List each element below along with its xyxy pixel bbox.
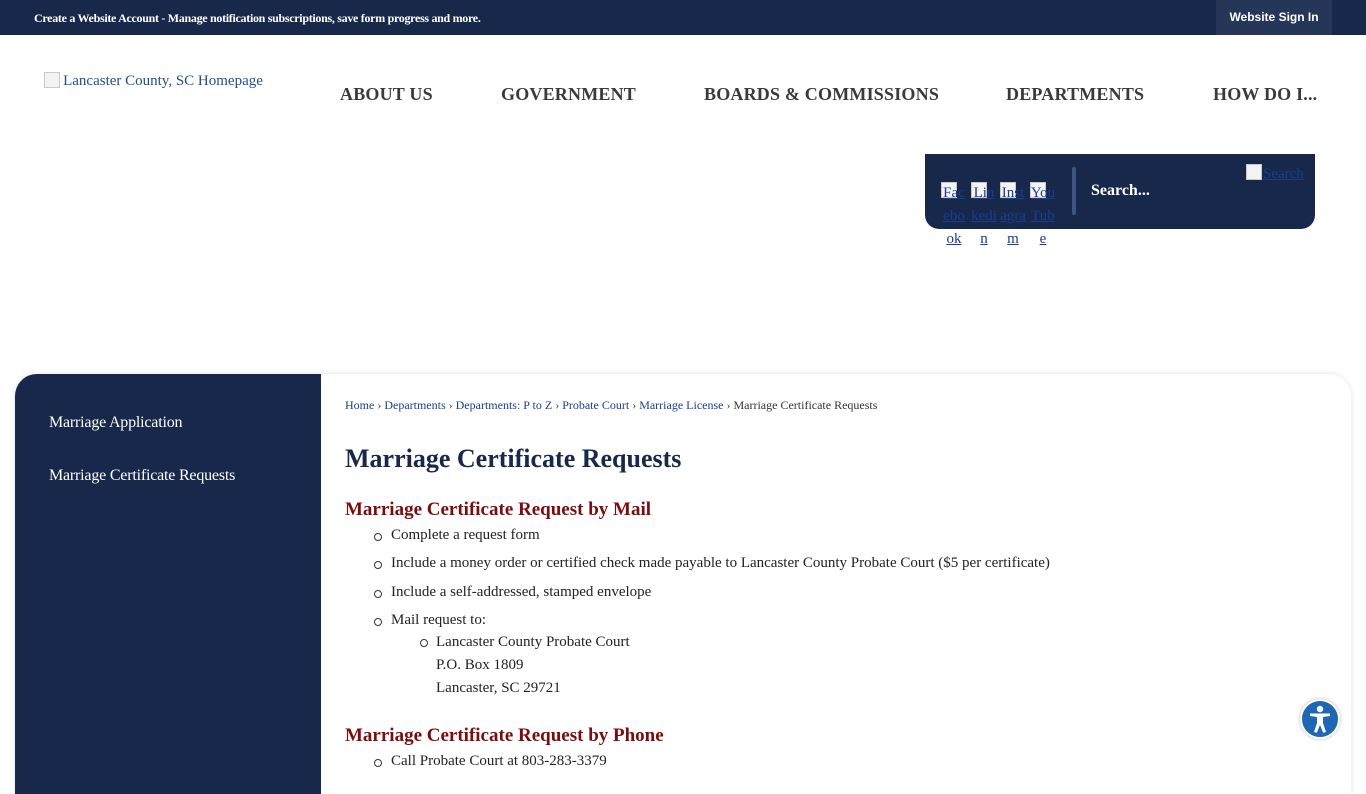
nav-departments[interactable]: DEPARTMENTS bbox=[1006, 84, 1144, 105]
facebook-label: Facebook bbox=[943, 185, 965, 247]
youtube-link[interactable]: YouTube bbox=[1030, 182, 1056, 251]
breadcrumb-departments[interactable]: Departments bbox=[384, 398, 445, 412]
address-line: Lancaster County Probate Court bbox=[420, 631, 630, 654]
address-line: Lancaster, SC 29721 bbox=[436, 680, 561, 696]
broken-image-icon bbox=[44, 72, 60, 88]
breadcrumb-home[interactable]: Home bbox=[345, 398, 374, 412]
sidebar: Marriage Application Marriage Certificat… bbox=[15, 374, 321, 794]
linkedin-label: Linkedin bbox=[971, 185, 997, 247]
search-input[interactable] bbox=[1091, 179, 1241, 203]
address-line: P.O. Box 1809 bbox=[436, 657, 524, 673]
county-logo-link[interactable]: Lancaster County, SC Homepage bbox=[44, 70, 264, 120]
content-card: Marriage Application Marriage Certificat… bbox=[15, 374, 1351, 794]
create-account-link[interactable]: Create a Website Account - Manage notifi… bbox=[34, 11, 481, 26]
accessibility-icon bbox=[1310, 705, 1330, 733]
nav-boards-commissions[interactable]: BOARDS & COMMISSIONS bbox=[704, 84, 939, 105]
sidebar-item-marriage-application[interactable]: Marriage Application bbox=[49, 414, 182, 432]
nav-how-do-i[interactable]: HOW DO I... bbox=[1213, 84, 1317, 105]
sidebar-item-marriage-certificate-requests[interactable]: Marriage Certificate Requests bbox=[49, 467, 235, 485]
breadcrumb-current: Marriage Certificate Requests bbox=[733, 398, 878, 412]
mail-section-heading: Marriage Certificate Request by Mail bbox=[345, 499, 652, 520]
list-item: Complete a request form bbox=[374, 527, 540, 543]
top-bar: Create a Website Account - Manage notifi… bbox=[0, 0, 1366, 35]
list-item: Include a money order or certified check… bbox=[374, 555, 1050, 571]
search-icon bbox=[1246, 164, 1262, 180]
search-button[interactable]: Search bbox=[1246, 164, 1306, 186]
nav-about-us[interactable]: ABOUT US bbox=[340, 84, 433, 105]
search-divider bbox=[1072, 167, 1076, 215]
nav-government[interactable]: GOVERNMENT bbox=[501, 84, 636, 105]
accessibility-button[interactable] bbox=[1300, 699, 1340, 739]
facebook-link[interactable]: Facebook bbox=[941, 182, 967, 251]
website-sign-in-button[interactable]: Website Sign In bbox=[1216, 0, 1332, 35]
list-item: Call Probate Court at 803-283-3379 bbox=[374, 753, 607, 769]
phone-section-heading: Marriage Certificate Request by Phone bbox=[345, 725, 664, 746]
breadcrumb-probate-court[interactable]: Probate Court bbox=[562, 398, 629, 412]
instagram-link[interactable]: Instagram bbox=[1000, 182, 1026, 251]
instagram-label: Instagram bbox=[1000, 185, 1026, 247]
breadcrumb-departments-p-to-z[interactable]: Departments: P to Z bbox=[456, 398, 553, 412]
search-button-label: Search bbox=[1263, 166, 1304, 182]
youtube-label: YouTube bbox=[1030, 185, 1056, 247]
list-item: Mail request to: bbox=[374, 612, 486, 628]
breadcrumb: Home › Departments › Departments: P to Z › Pro… bbox=[345, 398, 878, 412]
list-item: Include a self-addressed, stamped envelo… bbox=[373, 584, 652, 600]
logo-alt-text: Lancaster County, SC Homepage bbox=[63, 73, 263, 89]
page-title: Marriage Certificate Requests bbox=[345, 444, 682, 473]
linkedin-link[interactable]: Linkedin bbox=[971, 182, 997, 251]
breadcrumb-marriage-license[interactable]: Marriage License bbox=[639, 398, 723, 412]
